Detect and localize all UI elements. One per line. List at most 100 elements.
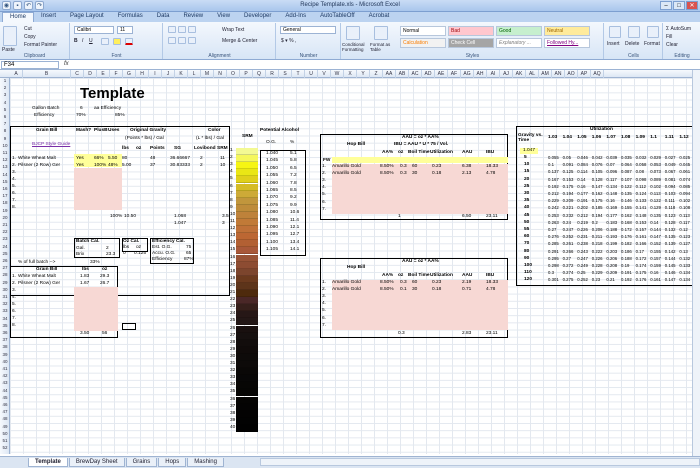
hop-aa[interactable]: 8.50% [380, 164, 394, 170]
close-icon[interactable]: ✕ [686, 1, 698, 10]
column-header-w[interactable]: W [331, 70, 344, 78]
row-header-51[interactable]: 51 [0, 438, 10, 443]
column-header-an[interactable]: AN [552, 70, 565, 78]
column-header-ak[interactable]: AK [513, 70, 526, 78]
column-header-q[interactable]: Q [253, 70, 266, 78]
align-middle-icon[interactable] [178, 26, 186, 33]
row-header-23[interactable]: 23 [0, 236, 10, 241]
column-header-l[interactable]: L [188, 70, 201, 78]
oz-cal-oz-value[interactable]: 0.125 [134, 251, 146, 257]
column-header-ad[interactable]: AD [422, 70, 435, 78]
row-header-39[interactable]: 39 [0, 352, 10, 357]
row-header-28[interactable]: 28 [0, 272, 10, 277]
style-neutral[interactable]: Neutral [544, 26, 590, 36]
row-header-38[interactable]: 38 [0, 344, 10, 349]
align-top-icon[interactable] [168, 26, 176, 33]
row-header-13[interactable]: 13 [0, 164, 10, 169]
style-check-cell[interactable]: Check Cell [448, 38, 494, 48]
row-header-31[interactable]: 31 [0, 294, 10, 299]
font-size-combo[interactable]: 11 [117, 26, 133, 34]
sheet-tab-grains[interactable]: Grains [125, 458, 158, 467]
column-header-h[interactable]: H [136, 70, 149, 78]
aa-efficiency-value[interactable]: 85% [115, 113, 125, 119]
worksheet-grid[interactable]: Template Gallon Batch 6 aa Efficiency Ef… [10, 78, 700, 454]
paste-icon[interactable] [3, 26, 17, 46]
row-header-30[interactable]: 30 [0, 287, 10, 292]
column-header-r[interactable]: R [266, 70, 279, 78]
efficiency-value[interactable]: 70% [76, 113, 86, 119]
ribbon-tab-home[interactable]: Home [2, 12, 35, 22]
row-header-32[interactable]: 32 [0, 301, 10, 306]
align-right-icon[interactable] [188, 37, 196, 44]
column-header-ah[interactable]: AH [474, 70, 487, 78]
row-header-19[interactable]: 19 [0, 208, 10, 213]
hop-scaled-boil[interactable]: 60 [412, 280, 417, 286]
column-header-aq[interactable]: AQ [591, 70, 604, 78]
row-header-11[interactable]: 11 [0, 150, 10, 155]
row-header-14[interactable]: 14 [0, 172, 10, 177]
ribbon-tab-formulas[interactable]: Formulas [111, 12, 150, 22]
horizontal-scrollbar[interactable] [260, 458, 700, 466]
column-header-g[interactable]: G [123, 70, 136, 78]
row-header-24[interactable]: 24 [0, 244, 10, 249]
bjcp-style-guide-link[interactable]: BJCP Style Guide [32, 142, 70, 148]
hop-aa[interactable]: 8.50% [380, 171, 394, 177]
column-header-al[interactable]: AL [526, 70, 539, 78]
align-left-icon[interactable] [168, 37, 176, 44]
row-header-44[interactable]: 44 [0, 388, 10, 393]
column-header-aj[interactable]: AJ [500, 70, 513, 78]
row-header-3[interactable]: 3 [0, 92, 10, 97]
row-header-10[interactable]: 10 [0, 143, 10, 148]
maximize-icon[interactable]: □ [673, 1, 685, 10]
autosum-button[interactable]: Σ AutoSum [666, 26, 691, 32]
row-header-34[interactable]: 34 [0, 316, 10, 321]
hop-oz[interactable]: 0.3 [400, 164, 407, 170]
row-header-16[interactable]: 16 [0, 186, 10, 191]
style-bad[interactable]: Bad [448, 26, 494, 36]
column-header-c[interactable]: C [71, 70, 84, 78]
style-normal[interactable]: Normal [400, 26, 446, 36]
insert-cells-icon[interactable] [609, 26, 621, 38]
row-header-7[interactable]: 7 [0, 121, 10, 126]
align-bottom-icon[interactable] [188, 26, 196, 33]
row-header-40[interactable]: 40 [0, 359, 10, 364]
column-header-af[interactable]: AF [448, 70, 461, 78]
row-header-17[interactable]: 17 [0, 193, 10, 198]
row-header-48[interactable]: 48 [0, 416, 10, 421]
column-header-aa[interactable]: AA [383, 70, 396, 78]
column-header-ab[interactable]: AB [396, 70, 409, 78]
align-center-icon[interactable] [178, 37, 186, 44]
brix-value[interactable]: 23.3 [106, 252, 115, 258]
row-header-6[interactable]: 6 [0, 114, 10, 119]
column-header-f[interactable]: F [110, 70, 123, 78]
grain-lbs[interactable]: 5.50 [108, 156, 117, 162]
hop-scaled-oz[interactable]: 0.3 [400, 280, 407, 286]
column-header-m[interactable]: M [201, 70, 214, 78]
column-header-i[interactable]: I [149, 70, 162, 78]
row-header-45[interactable]: 45 [0, 395, 10, 400]
row-header-35[interactable]: 35 [0, 323, 10, 328]
row-header-29[interactable]: 29 [0, 280, 10, 285]
column-header-e[interactable]: E [97, 70, 110, 78]
column-header-ae[interactable]: AE [435, 70, 448, 78]
ribbon-tab-data[interactable]: Data [150, 12, 177, 22]
row-header-18[interactable]: 18 [0, 200, 10, 205]
currency-button[interactable]: $ ▾ % , [281, 38, 296, 44]
column-header-o[interactable]: O [227, 70, 240, 78]
column-header-ap[interactable]: AP [578, 70, 591, 78]
sheet-tab-brewday-sheet[interactable]: BrewDay Sheet [68, 458, 125, 467]
insert-cells-button[interactable]: Insert [607, 41, 620, 47]
style-calculation[interactable]: Calculation [400, 38, 446, 48]
row-header-49[interactable]: 49 [0, 424, 10, 429]
wrap-text-button[interactable]: Wrap Text [222, 27, 244, 33]
format-painter-button[interactable]: Format Painter [24, 42, 57, 48]
row-header-37[interactable]: 37 [0, 337, 10, 342]
row-header-52[interactable]: 52 [0, 445, 10, 450]
hop-scaled-boil[interactable]: 30 [412, 287, 417, 293]
minimize-icon[interactable]: – [660, 1, 672, 10]
number-format-combo[interactable]: General [280, 26, 336, 34]
selected-cell[interactable] [122, 323, 136, 330]
grain-mash[interactable]: Yes [76, 156, 84, 162]
sheet-tab-mashing[interactable]: Mashing [187, 458, 224, 467]
grain-name[interactable]: White Wheat Malt [18, 156, 56, 162]
